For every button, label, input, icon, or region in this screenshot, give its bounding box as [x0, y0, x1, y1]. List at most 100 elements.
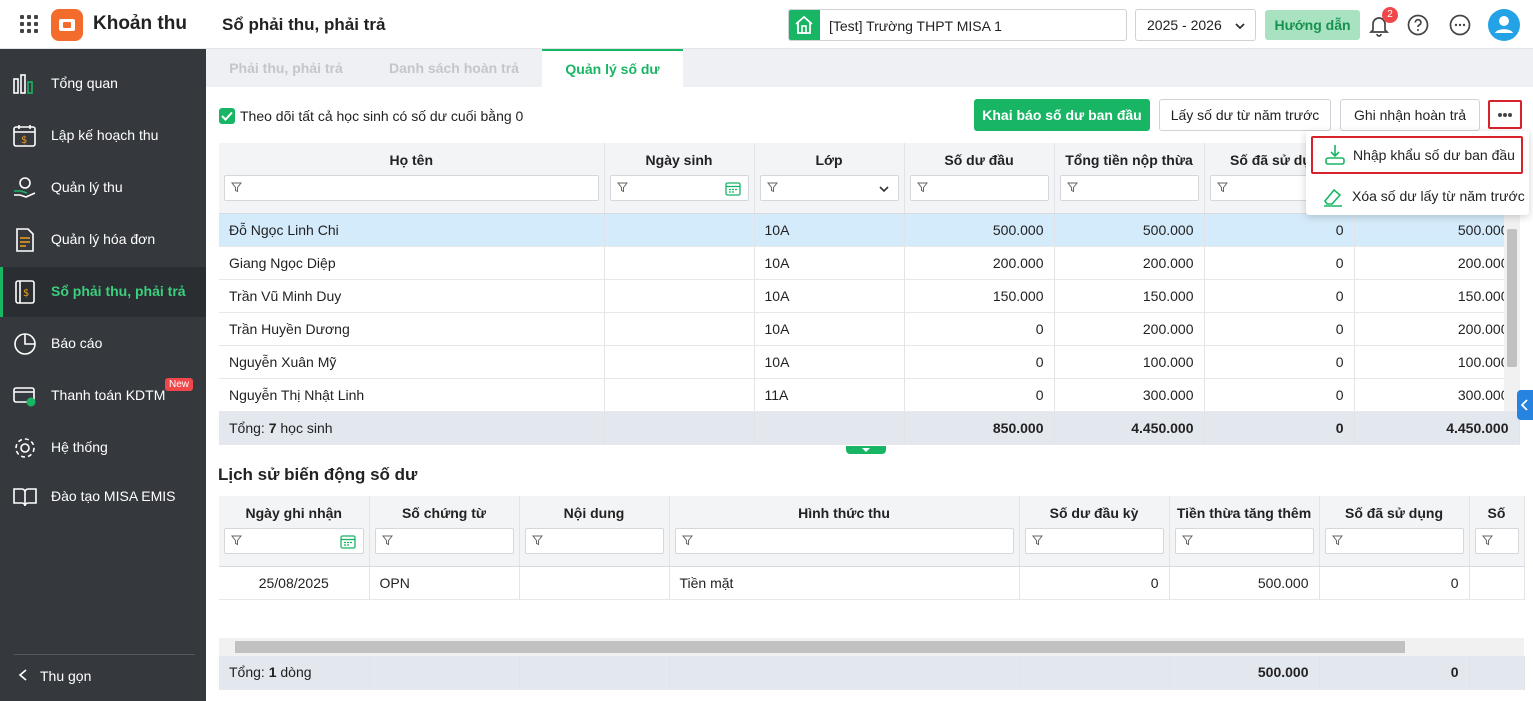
- empty-area: [219, 599, 1524, 640]
- menu-item-import-initial-balance[interactable]: Nhập khẩu số dư ban đầu: [1311, 136, 1523, 174]
- total-row: Tổng: 1 dòng 500.000 0: [219, 656, 1525, 690]
- total-label: Tổng: 7 học sinh: [219, 411, 605, 445]
- filter-content-input[interactable]: [524, 528, 664, 554]
- track-zero-checkbox[interactable]: [219, 108, 235, 124]
- new-badge: New: [165, 378, 194, 391]
- track-zero-label: Theo dõi tất cả học sinh có số dư cuối b…: [240, 108, 524, 124]
- year-select[interactable]: 2025 - 2026: [1135, 9, 1256, 41]
- invoice-icon: [16, 228, 34, 252]
- sidebar-item-collect[interactable]: Quản lý thu: [0, 163, 206, 213]
- app-name: Khoản thu: [93, 13, 187, 34]
- filter-icon: [1331, 535, 1343, 546]
- gear-icon: [15, 438, 35, 458]
- app-grid-icon[interactable]: [20, 15, 38, 33]
- filter-hist-used-input[interactable]: [1324, 528, 1464, 554]
- filter-opening-input[interactable]: [909, 175, 1049, 201]
- calendar-icon[interactable]: [339, 534, 356, 549]
- col-header-overpaid: Tổng tiền nộp thừa: [1054, 143, 1205, 214]
- filter-icon: [531, 535, 543, 546]
- horizontal-scrollbar[interactable]: [219, 638, 1524, 656]
- col-header-dob: Ngày sinh: [604, 143, 755, 214]
- filter-icon: [231, 182, 242, 193]
- sidebar: Tổng quan $ Lập kế hoạch thu Quản lý thu…: [0, 49, 206, 701]
- chevron-down-icon: [1235, 23, 1245, 30]
- chevron-down-icon: [878, 186, 889, 193]
- filter-icon: [1181, 535, 1193, 546]
- filter-hist-more-input[interactable]: [1474, 528, 1519, 554]
- sidebar-item-label: Tổng quan: [51, 75, 118, 91]
- filter-class-select[interactable]: [759, 175, 899, 201]
- menu-item-delete-prev-balance[interactable]: Xóa số dư lấy từ năm trước: [1306, 177, 1529, 215]
- tab-refund-list[interactable]: Danh sách hoàn trả: [374, 49, 534, 87]
- side-panel-toggle[interactable]: [1517, 390, 1533, 420]
- collapse-label: Thu gọn: [40, 668, 92, 684]
- menu-item-label: Nhập khẩu số dư ban đầu: [1353, 147, 1515, 163]
- record-refund-button[interactable]: Ghi nhận hoàn trả: [1340, 99, 1480, 131]
- col-header-hist-used: Số đã sử dụng: [1319, 496, 1470, 567]
- filter-period-opening-input[interactable]: [1024, 528, 1164, 554]
- sidebar-item-label: Sổ phải thu, phải trả: [51, 283, 186, 299]
- sidebar-divider: [14, 654, 195, 655]
- calendar-money-icon: $: [13, 125, 36, 147]
- col-header-method: Hình thức thu: [669, 496, 1020, 567]
- col-header-hist-more: Số: [1469, 496, 1525, 567]
- col-header-period-opening: Số dư đầu kỳ: [1019, 496, 1170, 567]
- table-row[interactable]: Nguyễn Xuân Mỹ 10A 0 100.000 0 100.000: [219, 345, 1520, 379]
- total-row: Tổng: 7 học sinh 850.000 4.450.000 0 4.4…: [219, 411, 1520, 445]
- filter-increase-input[interactable]: [1174, 528, 1314, 554]
- history-title: Lịch sử biến động số dư: [218, 465, 418, 484]
- sidebar-item-overview[interactable]: Tổng quan: [0, 59, 206, 109]
- filter-record-date-input[interactable]: [224, 528, 364, 554]
- sidebar-item-label: Thanh toán KDTM: [51, 387, 166, 403]
- col-header-content: Nội dung: [519, 496, 670, 567]
- filter-voucher-input[interactable]: [374, 528, 514, 554]
- calendar-icon[interactable]: [724, 181, 741, 196]
- table-row[interactable]: Trần Huyền Dương 10A 0 200.000 0 200.000: [219, 312, 1520, 346]
- filter-name-input[interactable]: [224, 175, 599, 201]
- top-header: Khoản thu Sổ phải thu, phải trả [Test] T…: [0, 0, 1533, 49]
- tab-receivable-payable[interactable]: Phải thu, phải trả: [206, 49, 366, 87]
- sidebar-item-plan[interactable]: $ Lập kế hoạch thu: [0, 111, 206, 161]
- filter-icon: [681, 535, 693, 546]
- page-title: Sổ phải thu, phải trả: [222, 15, 386, 34]
- filter-icon: [766, 182, 778, 193]
- filter-method-input[interactable]: [674, 528, 1014, 554]
- table-row[interactable]: Nguyễn Thị Nhật Linh 11A 0 300.000 0 300.000: [219, 378, 1520, 412]
- sidebar-item-payment[interactable]: Thanh toán KDTM New: [0, 371, 206, 421]
- user-avatar[interactable]: [1488, 9, 1520, 41]
- table-row[interactable]: 25/08/2025 OPN Tiền mặt 0 500.000 0: [219, 566, 1525, 600]
- sidebar-item-invoice[interactable]: Quản lý hóa đơn: [0, 215, 206, 265]
- collapse-button[interactable]: Thu gọn: [18, 668, 91, 684]
- sidebar-item-system[interactable]: Hệ thống: [0, 423, 206, 473]
- school-name: [Test] Trường THPT MISA 1: [829, 18, 1002, 34]
- more-actions-button[interactable]: [1488, 100, 1522, 129]
- more-options-icon[interactable]: [1448, 13, 1472, 37]
- sidebar-item-training[interactable]: Đào tạo MISA EMIS: [0, 472, 206, 522]
- sidebar-item-report[interactable]: Báo cáo: [0, 319, 206, 369]
- guide-button[interactable]: Hướng dẫn: [1265, 10, 1360, 40]
- table-row[interactable]: Đỗ Ngọc Linh Chi 10A 500.000 500.000 0 500.00…: [219, 213, 1520, 247]
- menu-item-label: Xóa số dư lấy từ năm trước: [1352, 188, 1525, 204]
- school-selector[interactable]: [Test] Trường THPT MISA 1: [788, 9, 1127, 41]
- open-book-icon: [13, 488, 37, 507]
- filter-overpaid-input[interactable]: [1059, 175, 1199, 201]
- get-previous-balance-button[interactable]: Lấy số dư từ năm trước: [1159, 99, 1331, 131]
- svg-text:$: $: [21, 135, 27, 146]
- help-icon[interactable]: [1406, 13, 1430, 37]
- sidebar-item-label: Báo cáo: [51, 335, 103, 351]
- sidebar-item-label: Quản lý thu: [51, 179, 123, 195]
- chevron-left-icon: [1520, 399, 1528, 411]
- more-actions-menu: Nhập khẩu số dư ban đầu Xóa số dư lấy từ…: [1306, 131, 1529, 215]
- filter-icon: [1216, 182, 1228, 193]
- table-row[interactable]: Giang Ngọc Diệp 10A 200.000 200.000 0 200.000: [219, 246, 1520, 280]
- declare-initial-balance-button[interactable]: Khai báo số dư ban đầu: [974, 99, 1150, 131]
- tab-balance-management[interactable]: Quản lý số dư: [542, 49, 683, 87]
- filter-dob-input[interactable]: [609, 175, 749, 201]
- eraser-icon: [1324, 188, 1342, 207]
- col-header-voucher: Số chứng từ: [369, 496, 520, 567]
- resize-grip[interactable]: [846, 446, 886, 454]
- vertical-scrollbar[interactable]: [1504, 215, 1520, 411]
- sidebar-item-ledger[interactable]: $ Sổ phải thu, phải trả: [0, 267, 206, 317]
- sidebar-item-label: Quản lý hóa đơn: [51, 231, 156, 247]
- table-row[interactable]: Trần Vũ Minh Duy 10A 150.000 150.000 0 150.00…: [219, 279, 1520, 313]
